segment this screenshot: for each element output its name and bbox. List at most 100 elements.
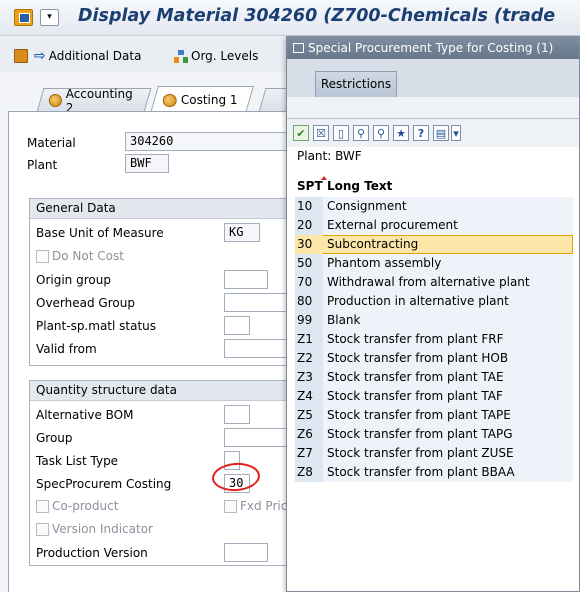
list-item[interactable]: 80 Production in alternative plant xyxy=(295,292,573,311)
list-item[interactable]: Z2 Stock transfer from plant HOB xyxy=(295,349,573,368)
list-item[interactable]: Z5 Stock transfer from plant TAPE xyxy=(295,406,573,425)
spt-long-text: Consignment xyxy=(323,197,573,216)
column-header-spt[interactable]: SPT xyxy=(295,175,327,197)
spec-procurem-label: SpecProcurem Costing xyxy=(36,477,172,491)
view-tabstrip: Accounting 2 Costing 1 xyxy=(0,82,302,115)
base-uom-field[interactable]: KG xyxy=(224,223,260,242)
list-item[interactable]: Z7 Stock transfer from plant ZUSE xyxy=(295,444,573,463)
spt-code: Z4 xyxy=(295,387,323,406)
chevron-down-icon[interactable]: ▾ xyxy=(40,9,59,26)
list-item[interactable]: 70 Withdrawal from alternative plant xyxy=(295,273,573,292)
list-header: SPT Long Text xyxy=(295,175,573,197)
checkbox-label: Co-product xyxy=(52,499,119,513)
list-item[interactable]: Z6 Stock transfer from plant TAPG xyxy=(295,425,573,444)
list-item[interactable]: Z4 Stock transfer from plant TAF xyxy=(295,387,573,406)
favorites-icon[interactable]: ★ xyxy=(393,125,409,141)
checkmark-icon[interactable]: ✔ xyxy=(293,125,309,141)
document-icon[interactable]: ▯ xyxy=(333,125,349,141)
checkbox-box xyxy=(36,499,49,513)
find-next-icon[interactable]: ⚲ xyxy=(373,125,389,141)
window-title: Display Material 304260 (Z700-Chemicals … xyxy=(78,6,556,26)
list-item[interactable]: Z1 Stock transfer from plant FRF xyxy=(295,330,573,349)
list-item[interactable]: 10 Consignment xyxy=(295,197,573,216)
plant-status-label: Plant-sp.matl status xyxy=(36,319,157,333)
additional-data-button[interactable]: ⇨ Additional Data xyxy=(34,47,141,65)
plant-status-field[interactable] xyxy=(224,316,250,335)
co-product-checkbox[interactable]: Co-product xyxy=(36,499,118,513)
list-item[interactable]: 30 Subcontracting xyxy=(295,235,573,254)
dialog-icon xyxy=(293,43,304,53)
cancel-icon[interactable]: ☒ xyxy=(313,125,329,141)
value-list: SPT Long Text 10 Consignment 20 External pr… xyxy=(295,175,573,482)
org-levels-button[interactable]: Org. Levels xyxy=(174,47,258,65)
list-item[interactable]: 99 Blank xyxy=(295,311,573,330)
spt-code: Z8 xyxy=(295,463,323,482)
plant-label: Plant xyxy=(27,158,58,172)
origin-group-field[interactable] xyxy=(224,270,268,289)
list-item[interactable]: 20 External procurement xyxy=(295,216,573,235)
alt-bom-field[interactable] xyxy=(224,405,250,424)
spt-long-text: Stock transfer from plant TAPE xyxy=(323,406,573,425)
spt-long-text: Subcontracting xyxy=(323,235,573,254)
spt-code: 10 xyxy=(295,197,323,216)
spt-code: 20 xyxy=(295,216,323,235)
tab-restrictions[interactable]: Restrictions xyxy=(315,71,397,97)
dialog-toolbar: ✔ ☒ ▯ ⚲ ⚲ ★ ? ▤ ▾ xyxy=(287,119,579,147)
list-item[interactable]: Z3 Stock transfer from plant TAE xyxy=(295,368,573,387)
checkbox-box xyxy=(36,249,49,263)
checkbox-label: Version Indicator xyxy=(52,522,153,536)
base-uom-label: Base Unit of Measure xyxy=(36,226,164,240)
tab-costing-1[interactable]: Costing 1 xyxy=(150,86,254,113)
checkbox-label: Do Not Cost xyxy=(52,249,124,263)
material-label: Material xyxy=(27,136,76,150)
origin-group-label: Origin group xyxy=(36,273,111,287)
tab-accounting-2[interactable]: Accounting 2 xyxy=(36,87,152,115)
title-bar: ▾ Display Material 304260 (Z700-Chemical… xyxy=(0,0,580,36)
dialog-title-bar: Special Procurement Type for Costing (1) xyxy=(287,37,579,59)
system-menu-icon[interactable] xyxy=(14,9,33,26)
spt-code: 30 xyxy=(295,235,323,254)
list-rows: 10 Consignment 20 External procurement 30 Sub… xyxy=(295,197,573,482)
plant-field[interactable]: BWF xyxy=(125,154,169,173)
additional-data-label: Additional Data xyxy=(48,49,142,63)
find-icon[interactable]: ⚲ xyxy=(353,125,369,141)
costing-view-panel: Material 304260 Plant BWF General Data B… xyxy=(8,112,298,592)
help-icon[interactable]: ? xyxy=(413,125,429,141)
column-header-long-text[interactable]: Long Text xyxy=(323,175,573,197)
group-title: Quantity structure data xyxy=(30,381,296,401)
dialog-title: Special Procurement Type for Costing (1) xyxy=(308,41,554,55)
spt-code: Z3 xyxy=(295,368,323,387)
material-field[interactable]: 304260 xyxy=(125,132,297,151)
list-item[interactable]: Z8 Stock transfer from plant BBAA xyxy=(295,463,573,482)
arrow-right-icon: ⇨ xyxy=(34,48,46,64)
overhead-group-label: Overhead Group xyxy=(36,296,135,310)
context-button[interactable] xyxy=(14,47,28,65)
spt-long-text: Phantom assembly xyxy=(323,254,573,273)
list-item[interactable]: 50 Phantom assembly xyxy=(295,254,573,273)
alt-bom-label: Alternative BOM xyxy=(36,408,134,422)
do-not-cost-checkbox[interactable]: Do Not Cost xyxy=(36,249,124,263)
fixed-price-checkbox[interactable]: Fxd Price xyxy=(224,499,295,513)
spt-long-text: Stock transfer from plant ZUSE xyxy=(323,444,573,463)
tab-label: Costing 1 xyxy=(180,93,238,107)
group-title: General Data xyxy=(30,199,296,219)
production-version-field[interactable] xyxy=(224,543,268,562)
group-label: Group xyxy=(36,431,73,445)
value-help-dialog: Special Procurement Type for Costing (1)… xyxy=(286,36,580,592)
valid-from-label: Valid from xyxy=(36,342,97,356)
version-indicator-checkbox[interactable]: Version Indicator xyxy=(36,522,153,536)
spt-code: Z5 xyxy=(295,406,323,425)
print-icon[interactable]: ▤ xyxy=(433,125,449,141)
dialog-tabstrip: Restrictions xyxy=(287,59,579,97)
spt-long-text: Withdrawal from alternative plant xyxy=(323,273,573,292)
spt-code: Z1 xyxy=(295,330,323,349)
chevron-down-icon[interactable]: ▾ xyxy=(451,125,461,141)
checkbox-box xyxy=(36,522,49,536)
org-structure-icon xyxy=(174,49,188,63)
general-data-group: General Data Base Unit of Measure KG Do … xyxy=(29,198,298,366)
spt-long-text: Stock transfer from plant TAE xyxy=(323,368,573,387)
spt-code: Z7 xyxy=(295,444,323,463)
view-status-icon xyxy=(162,93,177,107)
spt-code: Z2 xyxy=(295,349,323,368)
spt-long-text: Stock transfer from plant HOB xyxy=(323,349,573,368)
